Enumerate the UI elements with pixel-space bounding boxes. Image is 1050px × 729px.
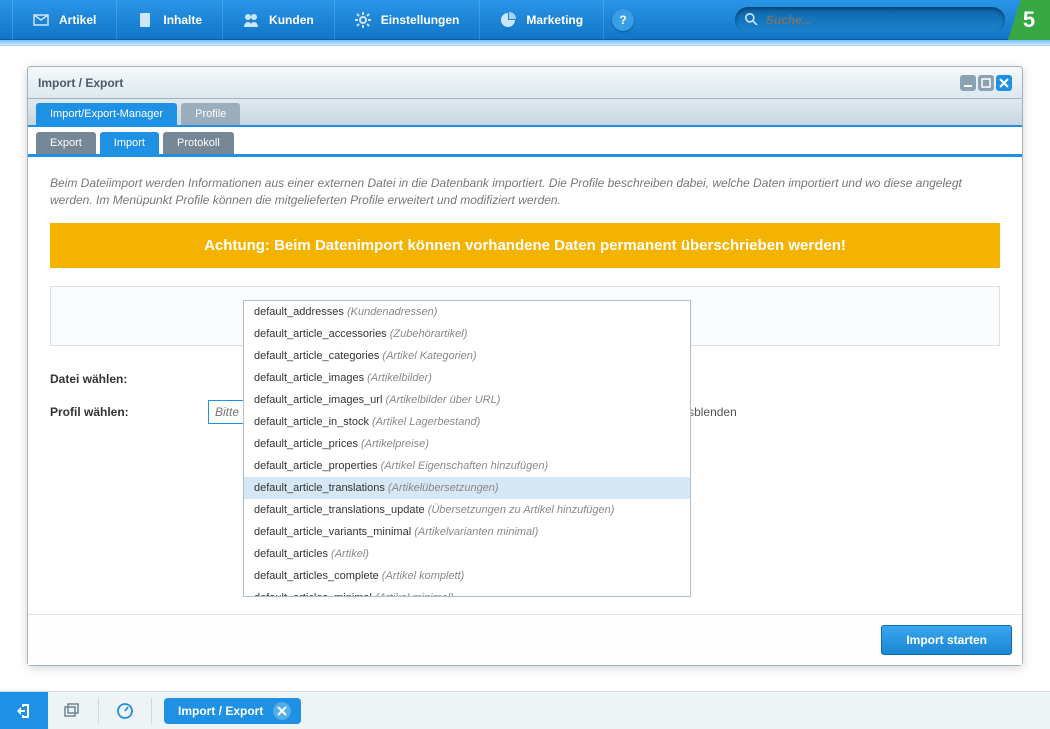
profile-option[interactable]: default_article_accessories (Zubehörarti…: [244, 323, 690, 345]
window-minimize-button[interactable]: [960, 75, 976, 91]
nav-label: Einstellungen: [381, 13, 460, 27]
profile-option[interactable]: default_article_variants_minimal (Artike…: [244, 521, 690, 543]
taskbar-sep: [98, 698, 99, 724]
tab-label: Import: [114, 137, 145, 149]
help-button[interactable]: ?: [612, 9, 634, 31]
taskbar-sep: [151, 698, 152, 724]
taskbar-logout-button[interactable]: [0, 692, 48, 729]
tab-label: Protokoll: [177, 137, 220, 149]
tab-profile[interactable]: Profile: [181, 103, 240, 125]
tabs-main: Import/Export-Manager Profile: [28, 99, 1022, 127]
warning-banner: Achtung: Beim Datenimport können vorhand…: [50, 223, 1000, 268]
file-label: Datei wählen:: [50, 372, 208, 386]
nav-item-kunden[interactable]: Kunden: [223, 0, 335, 39]
people-icon: [243, 12, 259, 28]
logo-text: 5: [1023, 7, 1035, 33]
tabs-inner: Export Import Protokoll: [28, 127, 1022, 157]
taskbar: Import / Export: [0, 691, 1050, 729]
intro-text: Beim Dateiimport werden Informationen au…: [50, 175, 1000, 209]
main-navbar: Artikel Inhalte Kunden Einstellungen Mar…: [0, 0, 1050, 40]
profile-option[interactable]: default_article_translations_update (Übe…: [244, 499, 690, 521]
tab-label: Profile: [195, 108, 226, 120]
tab-label: Export: [50, 137, 82, 149]
desktop-area: Import / Export Import/Export-Manager Pr…: [0, 46, 1050, 691]
global-search[interactable]: [735, 7, 1005, 33]
search-input[interactable]: [766, 13, 995, 27]
window-body: Beim Dateiimport werden Informationen au…: [28, 157, 1022, 614]
profile-option[interactable]: default_article_prices (Artikelpreise): [244, 433, 690, 455]
window-maximize-button[interactable]: [978, 75, 994, 91]
taskbar-windows-button[interactable]: [48, 692, 96, 729]
search-icon: [745, 13, 758, 27]
tab-protokoll[interactable]: Protokoll: [163, 132, 234, 154]
profile-option[interactable]: default_article_in_stock (Artikel Lagerb…: [244, 411, 690, 433]
tab-export[interactable]: Export: [36, 132, 96, 154]
nav-label: Marketing: [526, 13, 583, 27]
profile-option[interactable]: default_articles (Artikel): [244, 543, 690, 565]
task-label: Import / Export: [178, 704, 263, 718]
piechart-icon: [500, 12, 516, 28]
nav-item-inhalte[interactable]: Inhalte: [117, 0, 223, 39]
start-import-button[interactable]: Import starten: [881, 625, 1012, 655]
import-export-window: Import / Export Import/Export-Manager Pr…: [27, 66, 1023, 666]
profile-option[interactable]: default_articles_complete (Artikel kompl…: [244, 565, 690, 587]
taskbar-speedometer-button[interactable]: [101, 692, 149, 729]
tab-manager[interactable]: Import/Export-Manager: [36, 103, 177, 125]
envelope-icon: [33, 12, 49, 28]
gear-icon: [355, 12, 371, 28]
nav-item-einstellungen[interactable]: Einstellungen: [335, 0, 481, 39]
tab-label: Import/Export-Manager: [50, 108, 163, 120]
nav-label: Kunden: [269, 13, 314, 27]
profile-option[interactable]: default_articles_minimal (Artikel minima…: [244, 587, 690, 597]
window-footer: Import starten: [28, 614, 1022, 665]
profile-option[interactable]: default_article_categories (Artikel Kate…: [244, 345, 690, 367]
nav-label: Inhalte: [163, 13, 202, 27]
window-close-button[interactable]: [996, 75, 1012, 91]
tab-import[interactable]: Import: [100, 132, 159, 154]
window-titlebar[interactable]: Import / Export: [28, 67, 1022, 99]
profile-option[interactable]: default_article_images (Artikelbilder): [244, 367, 690, 389]
taskbar-task-import-export[interactable]: Import / Export: [164, 698, 301, 724]
button-label: Import starten: [906, 633, 987, 647]
close-icon[interactable]: [273, 702, 291, 720]
nav-item-artikel[interactable]: Artikel: [12, 0, 117, 39]
profile-label: Profil wählen:: [50, 405, 208, 419]
profile-option[interactable]: default_addresses (Kundenadressen): [244, 301, 690, 323]
logo-badge[interactable]: 5: [1008, 0, 1050, 40]
doc-icon: [137, 12, 153, 28]
nav-item-marketing[interactable]: Marketing: [480, 0, 604, 39]
profile-option[interactable]: default_article_properties (Artikel Eige…: [244, 455, 690, 477]
profile-option[interactable]: default_article_images_url (Artikelbilde…: [244, 389, 690, 411]
profile-option[interactable]: default_article_translations (Artikelübe…: [244, 477, 690, 499]
nav-label: Artikel: [59, 13, 96, 27]
window-title: Import / Export: [38, 76, 123, 90]
profile-dropdown-list[interactable]: default_addresses (Kundenadressen)defaul…: [243, 300, 691, 597]
